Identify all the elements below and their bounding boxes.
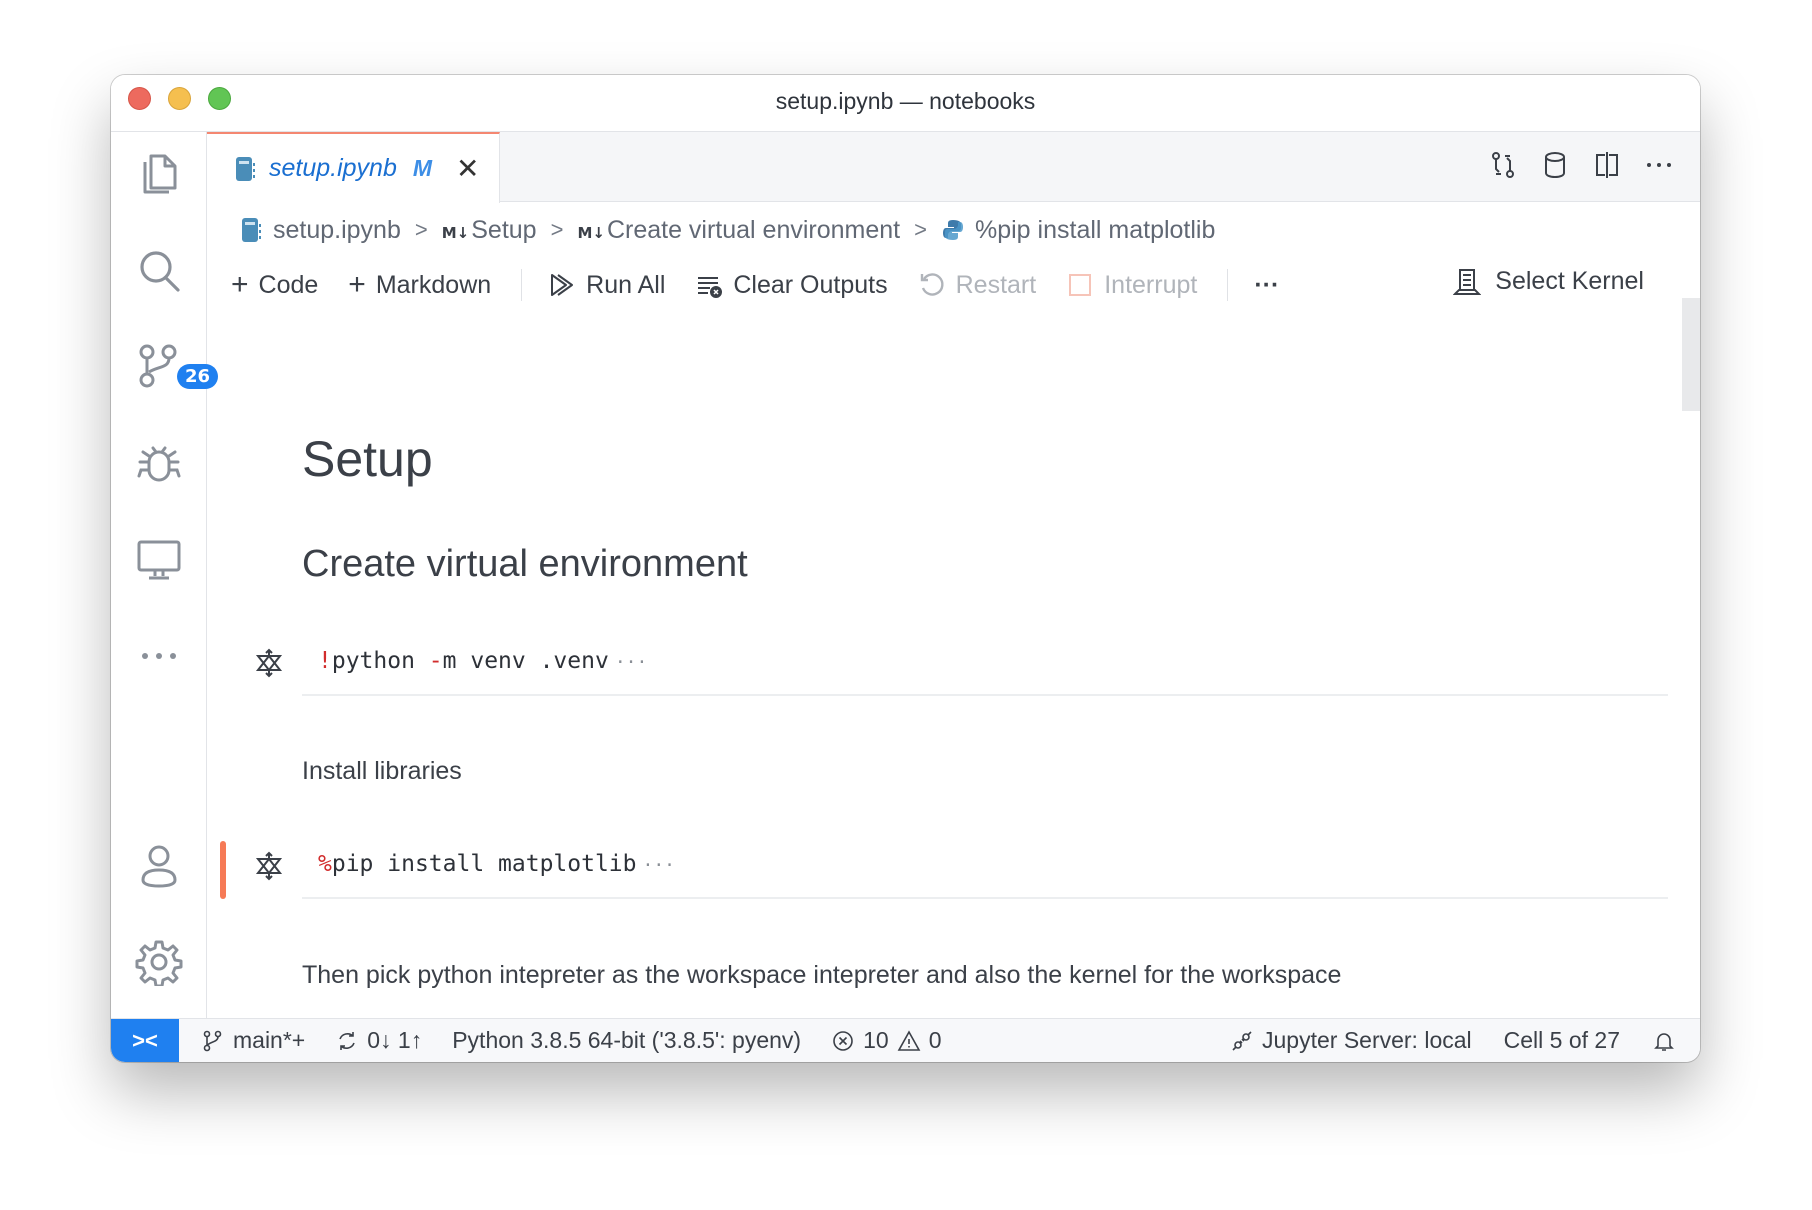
editor-actions [1488,150,1674,180]
notebook-editor: Setup Create virtual environment !python… [207,315,1682,1018]
split-editor-icon[interactable] [1592,150,1622,180]
more-actions-icon[interactable] [1644,150,1674,180]
monitor-icon [137,540,181,580]
remote-explorer-button[interactable] [135,536,183,584]
status-bar: >< main*+ 0↓ 1↑ Python 3.8.5 64-bit ('3.… [111,1018,1700,1062]
collapsed-ellipsis: ··· [642,855,676,876]
explorer-button[interactable] [135,150,183,198]
variables-icon[interactable] [1540,150,1570,180]
ellipsis-icon: ··· [1254,270,1280,299]
run-all-icon [551,274,574,296]
breadcrumb-setup[interactable]: M↓Setup [442,216,537,245]
open-changes-icon[interactable] [1488,150,1518,180]
plug-icon [1232,1030,1252,1051]
warning-icon [897,1029,921,1051]
text-install-libraries: Install libraries [302,757,462,785]
code-cell-pip[interactable]: %pip install matplotlib ··· [220,841,1668,899]
run-debug-button[interactable] [135,440,183,488]
notebook-toolbar: + Code + Markdown Run All Clear Outputs … [207,255,1700,315]
clear-outputs-button[interactable]: Clear Outputs [695,271,888,300]
markdown-icon: M↓ [577,223,605,242]
heading-create-venv: Create virtual environment [302,543,748,585]
chevron-right-icon: > [550,217,564,242]
problems-status[interactable]: 10 0 [831,1027,941,1054]
plus-icon: + [348,268,366,301]
manage-button[interactable] [135,938,183,986]
editor-tab-bar: setup.ipynb M ✕ [207,132,1700,203]
add-markdown-cell-button[interactable]: + Markdown [348,268,491,302]
notebook-icon [236,156,255,181]
add-code-cell-button[interactable]: + Code [231,268,318,302]
heading-setup: Setup [302,431,433,487]
expand-cell-icon[interactable] [254,851,284,881]
breadcrumb-file[interactable]: setup.ipynb [273,216,401,245]
cell-position-status[interactable]: Cell 5 of 27 [1504,1027,1620,1054]
bug-icon [137,446,181,482]
vscode-window: setup.ipynb — notebooks 26 setup.ipynb M… [111,75,1700,1062]
notifications-button[interactable] [1652,1029,1676,1053]
search-icon [140,251,180,292]
chevron-right-icon: > [914,217,927,242]
tab-label: setup.ipynb [269,154,397,182]
git-branch-icon [203,1030,222,1051]
toolbar-divider [521,269,523,301]
toolbar-divider [1227,269,1229,301]
python-icon [943,220,963,240]
breadcrumb-venv[interactable]: M↓Create virtual environment [577,216,900,245]
remote-indicator-button[interactable]: >< [111,1018,179,1062]
sync-status[interactable]: 0↓ 1↑ [335,1027,422,1054]
chevron-right-icon: > [414,217,428,242]
more-toolbar-actions-button[interactable]: ··· [1254,271,1279,300]
gear-icon [135,940,183,986]
jupyter-server-status[interactable]: Jupyter Server: local [1230,1027,1472,1054]
markdown-icon: M↓ [441,223,470,242]
sync-icon [339,1031,355,1050]
interrupt-kernel-button[interactable]: Interrupt [1066,271,1197,300]
breadcrumb: setup.ipynb > M↓Setup > M↓Create virtual… [241,210,1215,250]
select-kernel-button[interactable]: Select Kernel [1453,267,1644,296]
notebook-icon [242,218,261,242]
tab-setup-ipynb[interactable]: setup.ipynb M ✕ [207,132,500,203]
code-cell-venv[interactable]: !python -m venv .venv ··· [255,638,1668,696]
cell-source[interactable]: !python -m venv .venv ··· [318,648,647,674]
text-pick-interpreter: Then pick python intepreter as the works… [302,961,1342,989]
source-control-button[interactable]: 26 [135,342,219,390]
breadcrumb-cell[interactable]: %pip install matplotlib [975,216,1215,245]
clear-outputs-icon [698,277,723,298]
source-control-icon [139,344,177,388]
account-icon [141,845,177,888]
run-all-button[interactable]: Run All [548,271,665,300]
title-bar: setup.ipynb — notebooks [111,75,1700,132]
activity-bar: 26 [111,132,219,1018]
restart-kernel-button[interactable]: Restart [918,271,1036,300]
modified-indicator: M [412,155,433,181]
error-icon [833,1030,853,1051]
search-button[interactable] [135,247,183,295]
vertical-scrollbar[interactable] [1682,298,1700,411]
expand-cell-icon[interactable] [254,648,284,678]
ellipsis-icon [142,653,176,659]
close-tab-button[interactable]: ✕ [456,152,479,185]
accounts-button[interactable] [135,842,183,890]
restart-icon [920,273,944,296]
cell-source[interactable]: %pip install matplotlib ··· [318,851,675,877]
plus-icon: + [231,268,249,301]
kernel-icon [1453,268,1482,295]
files-icon [143,154,177,194]
stop-icon [1069,274,1092,296]
collapsed-ellipsis: ··· [614,652,648,673]
window-title: setup.ipynb — notebooks [775,88,1036,114]
more-views-button[interactable] [135,632,183,680]
branch-status[interactable]: main*+ [201,1027,305,1054]
bell-icon [1654,1032,1674,1051]
interpreter-status[interactable]: Python 3.8.5 64-bit ('3.8.5': pyenv) [452,1027,801,1054]
focused-cell-indicator [220,841,226,899]
status-bar-right: Jupyter Server: local Cell 5 of 27 [1198,1027,1700,1054]
